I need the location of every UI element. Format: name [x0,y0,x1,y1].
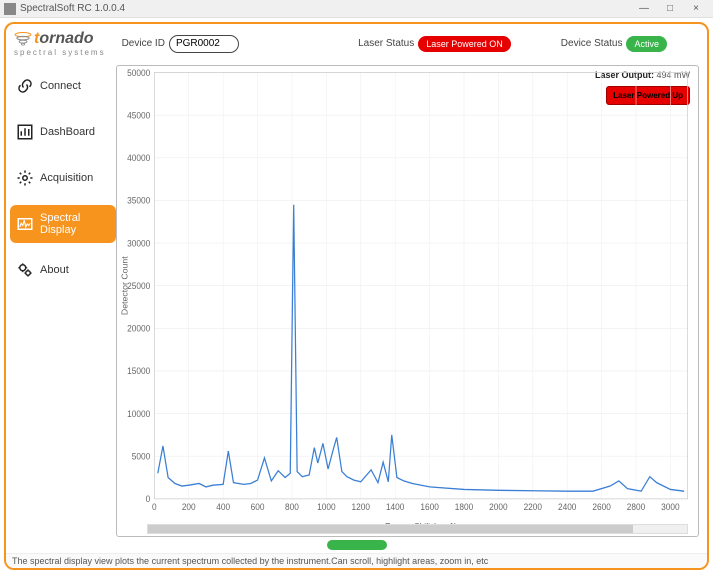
svg-text:800: 800 [285,502,299,512]
svg-text:400: 400 [216,502,230,512]
link-icon [16,77,34,95]
svg-text:50000: 50000 [127,68,150,78]
sidebar-item-connect[interactable]: Connect [10,67,116,105]
chart-panel: Laser Output: 494 mW Laser Powered Up 05… [116,65,699,537]
sidebar-item-label: DashBoard [40,126,95,138]
svg-text:3000: 3000 [661,502,680,512]
laser-status-label: Laser Status [358,38,414,49]
header: tornado spectral systems Device ID Laser… [6,24,707,63]
logo-subtitle: spectral systems [14,48,106,57]
logo: tornado spectral systems [14,30,106,57]
svg-text:1600: 1600 [420,502,439,512]
sidebar: Connect DashBoard Acquisition Spectral D… [6,63,116,539]
sidebar-item-spectral-display[interactable]: Spectral Display [10,205,116,243]
svg-text:2000: 2000 [489,502,508,512]
device-id-input[interactable] [169,35,239,53]
app-icon [4,3,16,15]
sidebar-item-label: About [40,264,69,276]
svg-text:2600: 2600 [592,502,611,512]
svg-text:1800: 1800 [455,502,474,512]
svg-text:25000: 25000 [127,281,150,291]
device-status-label: Device Status [561,38,623,49]
svg-text:10000: 10000 [127,409,150,419]
statusbar: The spectral display view plots the curr… [6,553,707,568]
svg-text:0: 0 [146,494,151,504]
bottom-bar [6,539,707,553]
svg-text:35000: 35000 [127,196,150,206]
laser-status-pill: Laser Powered ON [418,36,511,52]
svg-text:2800: 2800 [627,502,646,512]
device-status-pill: Active [626,36,667,52]
window-titlebar: SpectralSoft RC 1.0.0.4 — □ × [0,0,713,18]
svg-text:1200: 1200 [352,502,371,512]
svg-text:1400: 1400 [386,502,405,512]
svg-text:0: 0 [152,502,157,512]
device-id-label: Device ID [122,38,165,49]
sidebar-item-acquisition[interactable]: Acquisition [10,159,116,197]
chart-horizontal-scrollbar[interactable] [147,524,688,534]
svg-text:Detector Count: Detector Count [120,256,130,315]
minimize-button[interactable]: — [631,3,657,14]
tornado-swirl-icon [14,32,32,46]
sidebar-item-label: Connect [40,80,81,92]
sidebar-item-dashboard[interactable]: DashBoard [10,113,116,151]
statusbar-text: The spectral display view plots the curr… [12,556,488,566]
svg-text:20000: 20000 [127,323,150,333]
svg-text:2200: 2200 [524,502,543,512]
maximize-button[interactable]: □ [657,3,683,14]
svg-text:40000: 40000 [127,153,150,163]
device-status-group: Device Status Active [561,36,667,52]
spectrum-icon [16,215,34,233]
svg-text:1000: 1000 [317,502,336,512]
svg-text:15000: 15000 [127,366,150,376]
spectrum-chart[interactable]: 0500010000150002000025000300003500040000… [117,66,698,536]
svg-text:45000: 45000 [127,110,150,120]
close-button[interactable]: × [683,3,709,14]
laser-status-group: Laser Status Laser Powered ON [358,36,511,52]
sidebar-item-label: Spectral Display [40,212,110,236]
dashboard-icon [16,123,34,141]
logo-text: tornado [34,30,94,48]
svg-text:200: 200 [182,502,196,512]
svg-text:30000: 30000 [127,238,150,248]
window-title: SpectralSoft RC 1.0.0.4 [20,3,125,14]
body: Connect DashBoard Acquisition Spectral D… [6,63,707,539]
svg-text:600: 600 [251,502,265,512]
svg-text:5000: 5000 [132,451,151,461]
progress-indicator [327,540,387,550]
gear-icon [16,169,34,187]
main-panel: tornado spectral systems Device ID Laser… [4,22,709,570]
sidebar-item-about[interactable]: About [10,251,116,289]
settings-icon [16,261,34,279]
sidebar-item-label: Acquisition [40,172,93,184]
svg-text:2400: 2400 [558,502,577,512]
device-id-group: Device ID [122,35,239,53]
